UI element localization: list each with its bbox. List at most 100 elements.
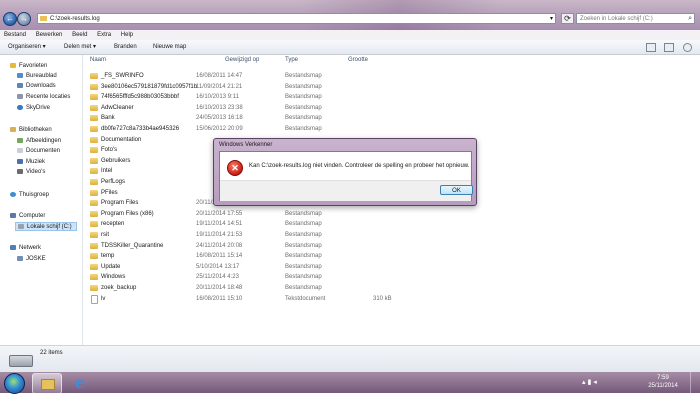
column-header-date[interactable]: Gewijzigd op: [225, 55, 259, 66]
file-date: 19/11/2014 14:51: [196, 221, 243, 228]
file-name: Bank: [101, 115, 115, 122]
nav-network[interactable]: Netwerk: [10, 244, 41, 253]
search-icon[interactable]: ⌕: [688, 14, 692, 24]
menu-item-beeld[interactable]: Beeld: [68, 32, 91, 38]
file-type: Bestandsmap: [285, 242, 322, 249]
folder-icon: [90, 253, 98, 260]
nav-item-desktop[interactable]: Bureaublad: [17, 72, 57, 81]
folder-icon: [90, 115, 98, 122]
burn-button[interactable]: Branden: [114, 40, 137, 54]
column-header-name[interactable]: Naam: [90, 55, 106, 66]
nav-computer[interactable]: Computer: [10, 212, 45, 221]
nav-item-skydrive[interactable]: SkyDrive: [17, 104, 50, 113]
folder-icon: [90, 263, 98, 270]
nav-item-videos[interactable]: Video's: [17, 168, 45, 177]
nav-item-joske[interactable]: JOSKE: [17, 255, 46, 264]
file-type: Bestandsmap: [285, 263, 322, 270]
nav-label: Bureaublad: [26, 73, 57, 79]
folder-icon: [90, 242, 98, 249]
menu-item-extra[interactable]: Extra: [93, 32, 115, 38]
file-row[interactable]: Program Files (x86) 20/11/2014 17:55 Besta…: [85, 209, 415, 220]
file-row[interactable]: db0fe727c8a733b4ae945326 15/06/2012 20:09…: [85, 124, 415, 135]
preview-pane-icon[interactable]: [664, 43, 674, 52]
refresh-button[interactable]: ⟳: [561, 13, 574, 24]
dialog-footer: [220, 180, 471, 201]
file-row[interactable]: Bank 24/05/2013 16:18 Bestandsmap: [85, 113, 415, 124]
nav-favorites[interactable]: Favorieten: [10, 62, 47, 71]
back-button[interactable]: ←: [3, 12, 17, 26]
share-with-button[interactable]: Delen met ▾: [64, 40, 96, 54]
file-date: 20/11/2014 17:55: [196, 210, 243, 217]
dialog-body: ✕ Kan C:\zoek-results.log niet vinden. C…: [219, 151, 473, 201]
help-icon[interactable]: [683, 43, 692, 52]
file-date: 24/11/2014 20:08: [196, 242, 243, 249]
file-row[interactable]: zoek_backup 20/11/2014 18:48 Bestandsmap: [85, 283, 415, 294]
file-type: Bestandsmap: [285, 73, 322, 79]
column-header-size[interactable]: Grootte: [348, 55, 368, 66]
music-icon: [17, 159, 23, 164]
file-row[interactable]: TDSSKiller_Quarantine 24/11/2014 20:08 Bes…: [85, 241, 415, 252]
nav-label: Lokale schijf (C:): [27, 224, 72, 230]
file-row[interactable]: 74f6565fffd5c988b03053bbbf 16/10/2013 9:1…: [85, 92, 415, 103]
file-type: Bestandsmap: [285, 210, 322, 217]
ok-button[interactable]: OK: [440, 185, 473, 195]
nav-label: Bibliotheken: [19, 127, 52, 133]
taskbar-explorer-button[interactable]: [32, 373, 62, 394]
tray-icons[interactable]: ▴ ▮ ◂: [582, 378, 597, 386]
organize-button[interactable]: Organiseren ▾: [8, 40, 46, 54]
file-type: Bestandsmap: [285, 94, 322, 101]
nav-item-recent[interactable]: Recente locaties: [17, 93, 70, 102]
forward-button[interactable]: →: [17, 12, 31, 26]
file-row[interactable]: Windows 25/11/2014 4:23 Bestandsmap: [85, 272, 415, 283]
nav-item-pictures[interactable]: Afbeeldingen: [17, 137, 61, 146]
status-bar: 22 items: [0, 345, 700, 372]
nav-homegroup[interactable]: Thuisgroep: [10, 191, 49, 200]
chevron-down-icon[interactable]: ▾: [550, 14, 553, 25]
file-date: 16/10/2013 23:38: [196, 104, 243, 111]
folder-icon: [40, 16, 47, 21]
nav-item-downloads[interactable]: Downloads: [17, 82, 56, 91]
menu-item-bewerken[interactable]: Bewerken: [32, 32, 67, 38]
show-desktop-button[interactable]: [690, 372, 700, 393]
file-type: Bestandsmap: [285, 253, 322, 260]
file-type: Bestandsmap: [285, 285, 322, 291]
folder-icon: [90, 232, 98, 238]
file-row[interactable]: temp 16/08/2011 15:14 Bestandsmap: [85, 251, 415, 262]
file-name: TDSSKiller_Quarantine: [101, 242, 164, 249]
download-icon: [17, 83, 23, 88]
file-date: 16/08/2011 15:10: [196, 295, 243, 302]
file-date: 16/08/2011 15:14: [196, 253, 243, 260]
file-type: Bestandsmap: [285, 115, 322, 122]
new-folder-button[interactable]: Nieuwe map: [153, 40, 186, 54]
file-row[interactable]: AdwCleaner 16/10/2013 23:38 Bestandsmap: [85, 103, 415, 114]
menu-item-bestand[interactable]: Bestand: [0, 32, 30, 38]
address-bar[interactable]: C:\zoek-results.log ▾: [37, 13, 556, 24]
file-date: 24/05/2013 16:18: [196, 115, 243, 122]
file-row[interactable]: lv 16/08/2011 15:10 Tekstdocument 310 kB: [85, 294, 415, 305]
dialog-title: Windows Verkenner: [219, 142, 273, 148]
file-row[interactable]: recepten 19/11/2014 14:51 Bestandsmap: [85, 219, 415, 230]
taskbar-ie-icon[interactable]: e: [66, 373, 94, 392]
nav-item-documents[interactable]: Documenten: [17, 147, 60, 156]
menu-item-help[interactable]: Help: [117, 32, 137, 38]
clock[interactable]: 7:59 25/11/2014: [640, 374, 686, 390]
file-row[interactable]: _FS_SWRINFO 16/08/2011 14:47 Bestandsmap: [85, 71, 415, 82]
column-header-type[interactable]: Type: [285, 55, 298, 66]
error-dialog: Windows Verkenner ✕ Kan C:\zoek-results.…: [213, 138, 477, 206]
folder-icon: [90, 179, 98, 185]
cloud-icon: [17, 105, 23, 110]
nav-item-local-disk[interactable]: Lokale schijf (C:): [15, 222, 77, 231]
folder-icon: [90, 147, 98, 154]
file-type: Bestandsmap: [285, 104, 322, 111]
file-row[interactable]: Update 5/10/2014 13:17 Bestandsmap: [85, 262, 415, 273]
search-input[interactable]: Zoeken in Lokale schijf (C:) ⌕: [576, 13, 695, 24]
view-options-icon[interactable]: [646, 43, 656, 52]
file-row[interactable]: 3ee80106ec579181879fd1c0957f1b 11/09/2014…: [85, 82, 415, 93]
folder-icon: [90, 104, 98, 111]
nav-libraries[interactable]: Bibliotheken: [10, 126, 52, 135]
start-button[interactable]: [4, 373, 25, 394]
nav-item-music[interactable]: Muziek: [17, 158, 45, 167]
nav-label: Recente locaties: [26, 94, 71, 100]
file-row[interactable]: rsit 19/11/2014 21:53 Bestandsmap: [85, 230, 415, 241]
file-type: Bestandsmap: [285, 232, 322, 238]
